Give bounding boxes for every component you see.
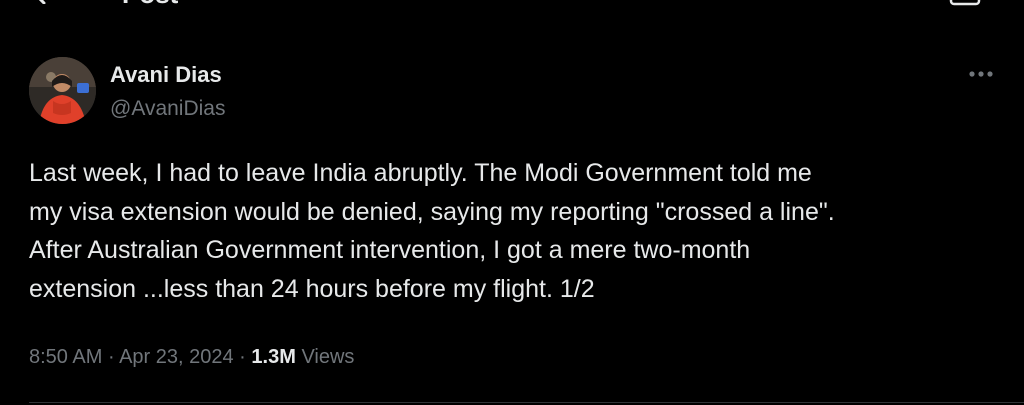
back-arrow-icon[interactable]	[30, 0, 70, 5]
tweet-text-line: my visa extension would be denied, sayin…	[29, 197, 835, 226]
meta-separator: ·	[239, 346, 246, 368]
views-label: Views	[301, 346, 355, 368]
page-title: Post	[122, 0, 178, 8]
author-display-name[interactable]: Avani Dias	[110, 62, 222, 88]
tweet-time[interactable]: 8:50 AM	[29, 346, 102, 368]
tweet-text-line: Last week, I had to leave India abruptly…	[29, 159, 812, 187]
views-count: 1.3M	[251, 346, 296, 368]
reply-icon[interactable]	[948, 0, 982, 6]
more-horizontal-icon[interactable]	[964, 62, 998, 86]
tweet-text-line: After Australian Government intervention…	[29, 236, 751, 264]
divider	[29, 402, 1024, 403]
tweet-meta: 8:50 AM · Apr 23, 2024 · 1.3M Views	[29, 342, 354, 372]
tweet-date[interactable]: Apr 23, 2024	[119, 346, 234, 368]
top-bar: Post	[0, 0, 1024, 10]
author-handle[interactable]: @AvaniDias	[110, 96, 225, 122]
tweet-text: Last week, I had to leave India abruptly…	[29, 154, 989, 308]
meta-separator: ·	[107, 346, 115, 368]
tweet-text-line: extension ...less than 24 hours before m…	[29, 274, 595, 303]
avatar[interactable]	[29, 57, 96, 124]
